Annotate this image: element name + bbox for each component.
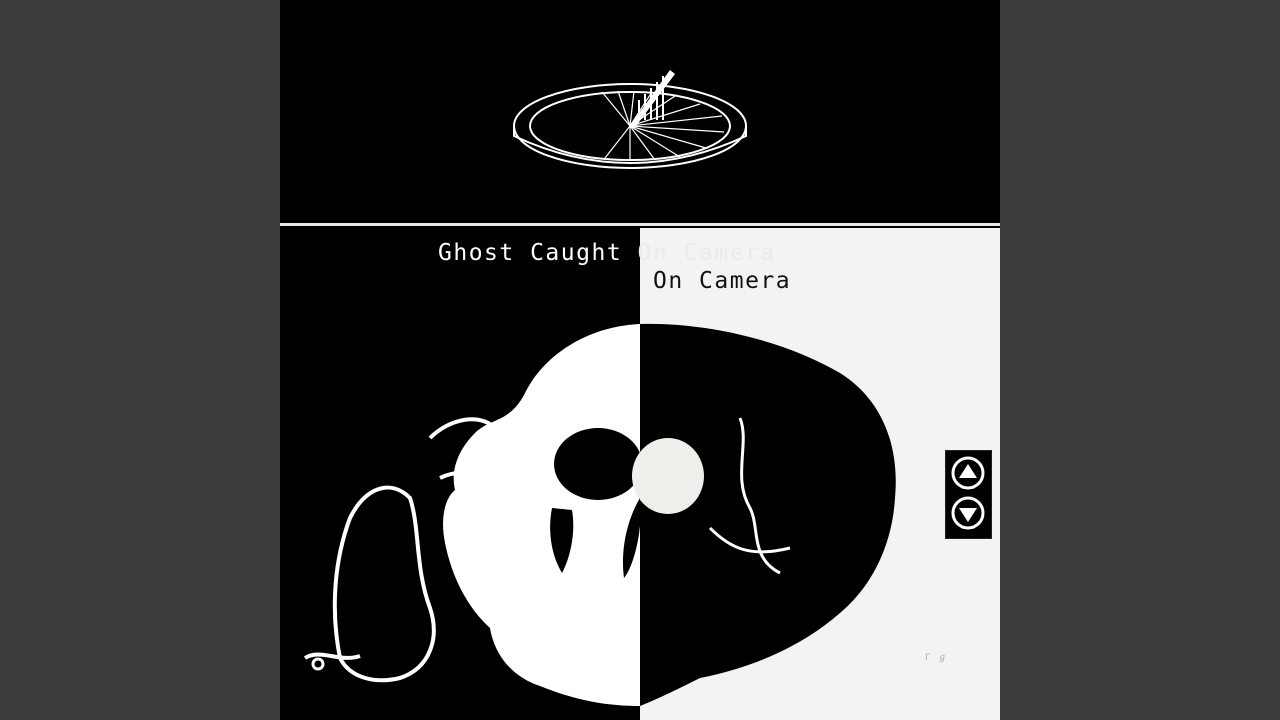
title-line-1: Ghost Caught On Camera (438, 240, 776, 266)
album-cover: Ghost Caught On Camera On Camera Γ ℊ (280, 0, 1000, 720)
title-on-camera-faint: On Camera (637, 240, 776, 266)
skull-illustration (303, 323, 896, 706)
watermark-signature: Γ ℊ (925, 653, 948, 663)
horizontal-divider (280, 223, 1000, 226)
scroll-down-icon[interactable] (950, 495, 986, 531)
sundial-icon (513, 70, 747, 169)
scroll-control (945, 450, 992, 539)
title-ghost-caught: Ghost Caught (438, 240, 623, 266)
scroll-up-icon[interactable] (950, 455, 986, 491)
video-frame: Ghost Caught On Camera On Camera Γ ℊ (0, 0, 1280, 720)
title-line-2: On Camera (653, 268, 792, 294)
